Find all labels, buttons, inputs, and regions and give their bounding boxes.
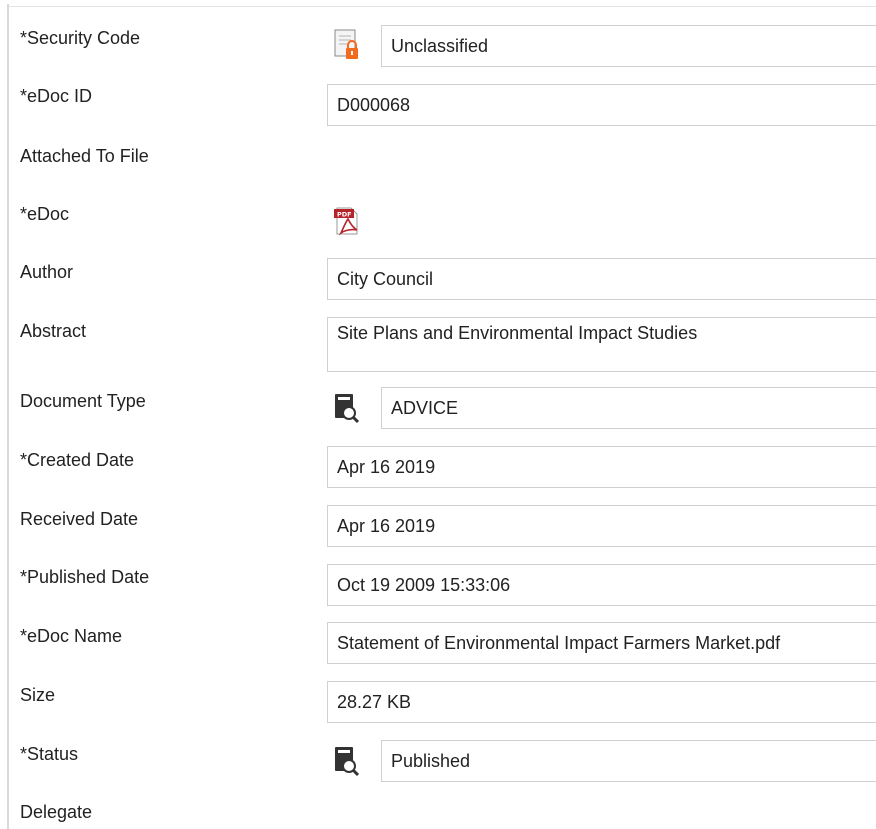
author-field[interactable]: City Council: [327, 258, 876, 300]
size-field[interactable]: 28.27 KB: [327, 681, 876, 723]
status-label: *Status: [20, 744, 79, 764]
edoc-name-label: *eDoc Name: [20, 626, 123, 646]
abstract-field[interactable]: Site Plans and Environmental Impact Stud…: [327, 317, 876, 372]
pdf-icon-text: PDF: [337, 211, 352, 219]
status-lookup-icon[interactable]: [333, 745, 361, 777]
lock-icon[interactable]: [333, 28, 361, 60]
document-type-field[interactable]: ADVICE: [381, 387, 876, 429]
status-field[interactable]: Published: [381, 740, 876, 782]
received-date-label: Received Date: [20, 509, 139, 529]
received-date-field[interactable]: Apr 16 2019: [327, 505, 876, 547]
left-divider: [7, 4, 9, 829]
created-date-label: *Created Date: [20, 450, 135, 470]
document-search-icon[interactable]: [333, 392, 361, 424]
edoc-id-field[interactable]: D000068: [327, 84, 876, 126]
edoc-id-label: *eDoc ID: [20, 86, 93, 106]
author-label: Author: [20, 262, 74, 282]
attached-to-file-label: Attached To File: [20, 146, 149, 166]
security-code-field[interactable]: Unclassified: [381, 25, 876, 67]
delegate-label: Delegate: [20, 802, 93, 822]
published-date-field[interactable]: Oct 19 2009 15:33:06: [327, 564, 876, 606]
created-date-field[interactable]: Apr 16 2019: [327, 446, 876, 488]
document-type-label: Document Type: [20, 391, 146, 411]
edoc-name-field[interactable]: Statement of Environmental Impact Farmer…: [327, 622, 876, 664]
size-label: Size: [20, 685, 56, 705]
edoc-properties-form: *Security Code Unclassified *eDoc ID D00…: [0, 0, 876, 829]
published-date-label: *Published Date: [20, 567, 150, 587]
security-code-label: *Security Code: [20, 28, 141, 48]
pdf-icon[interactable]: PDF: [333, 206, 361, 238]
abstract-label: Abstract: [20, 321, 87, 341]
edoc-label: *eDoc: [20, 204, 70, 224]
top-divider: [9, 6, 876, 7]
